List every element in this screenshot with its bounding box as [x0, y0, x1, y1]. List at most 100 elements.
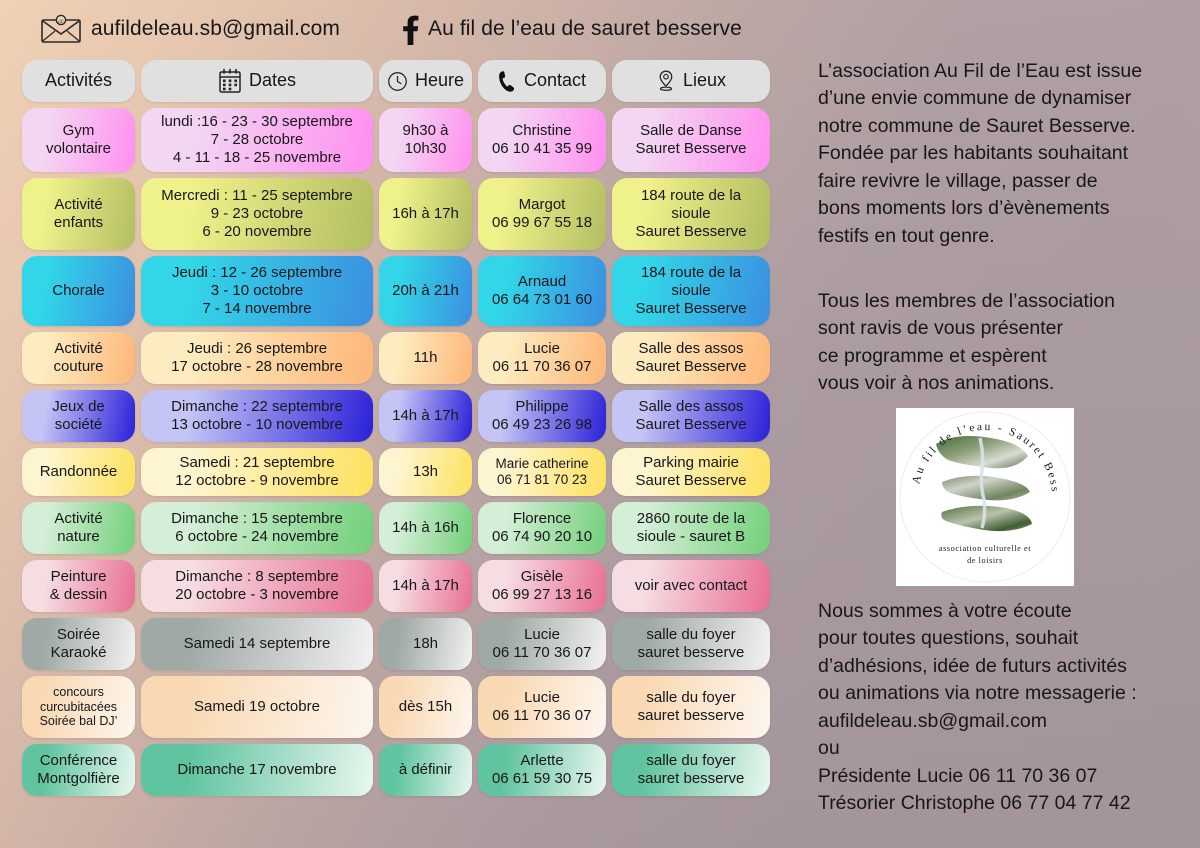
column-header-label: Dates: [248, 70, 297, 91]
cell-contact: Marie catherine 06 71 81 70 23: [478, 448, 606, 496]
table-row: Conférence Montgolfière Dimanche 17 nove…: [22, 744, 788, 796]
cell-time: 14h à 17h: [379, 390, 472, 442]
facebook-icon: [402, 14, 419, 45]
email-contact[interactable]: @ aufildeleau.sb@gmail.com: [40, 14, 340, 44]
place-label: voir avec contact: [634, 577, 748, 595]
activity-label: Activité nature: [54, 510, 103, 545]
phone-icon: [498, 70, 517, 93]
cell-dates: Dimanche 17 novembre: [141, 744, 373, 796]
activity-label: Peinture & dessin: [49, 568, 108, 603]
activity-label: concours curcubitacées Soirée bal DJ’: [39, 684, 118, 729]
svg-text:@: @: [58, 19, 64, 25]
cell-place: 184 route de la sioule Sauret Besserve: [612, 178, 770, 250]
cell-dates: Samedi 19 octobre: [141, 676, 373, 738]
cell-time: 18h: [379, 618, 472, 670]
place-label: 184 route de la sioule Sauret Besserve: [635, 187, 747, 240]
cell-place: 184 route de la sioule Sauret Besserve: [612, 256, 770, 326]
facebook-page-name: Au fil de l’eau de sauret besserve: [428, 17, 742, 40]
cell-time: 14h à 17h: [379, 560, 472, 612]
dates-label: Jeudi : 12 - 26 septembre 3 - 10 octobre…: [171, 264, 343, 317]
place-label: 2860 route de la sioule - sauret B: [636, 510, 746, 545]
cell-contact: Florence 06 74 90 20 10: [478, 502, 606, 554]
cell-dates: Samedi 14 septembre: [141, 618, 373, 670]
cell-time: à définir: [379, 744, 472, 796]
facebook-contact[interactable]: Au fil de l’eau de sauret besserve: [402, 14, 742, 45]
time-label: à définir: [398, 761, 453, 779]
column-header-label: Heure: [414, 70, 465, 91]
cell-contact: Philippe 06 49 23 26 98: [478, 390, 606, 442]
cell-place: Salle de Danse Sauret Besserve: [612, 108, 770, 172]
dates-label: Dimanche 17 novembre: [177, 761, 337, 779]
cell-dates: Mercredi : 11 - 25 septembre 9 - 23 octo…: [141, 178, 373, 250]
cell-contact: Lucie 06 11 70 36 07: [478, 618, 606, 670]
cell-place: 2860 route de la sioule - sauret B: [612, 502, 770, 554]
dates-label: Jeudi : 26 septembre 17 octobre - 28 nov…: [171, 340, 343, 375]
column-header-label: Lieux: [682, 70, 727, 91]
table-header-row: Activités Dates Heure Contact Lieux: [22, 60, 788, 102]
cell-dates: Dimanche : 15 septembre 6 octobre - 24 n…: [141, 502, 373, 554]
table-row: Activité nature Dimanche : 15 septembre …: [22, 502, 788, 554]
contact-label: Arlette 06 61 59 30 75: [491, 752, 593, 787]
cell-contact: Arnaud 06 64 73 01 60: [478, 256, 606, 326]
column-header-contact: Contact: [478, 60, 606, 102]
table-row: Soirée Karaoké Samedi 14 septembre 18h L…: [22, 618, 788, 670]
table-row: Jeux de société Dimanche : 22 septembre …: [22, 390, 788, 442]
activity-label: Activité couture: [53, 340, 104, 375]
time-label: 18h: [412, 635, 439, 653]
cell-activity: Chorale: [22, 256, 135, 326]
activity-label: Chorale: [52, 282, 105, 300]
logo-subtitle-line2: de loisirs: [967, 556, 1003, 565]
contact-label: Lucie 06 11 70 36 07: [492, 689, 592, 724]
cell-contact: Christine 06 10 41 35 99: [478, 108, 606, 172]
activity-label: Gym volontaire: [45, 122, 112, 157]
column-header-activites: Activités: [22, 60, 135, 102]
cell-activity: concours curcubitacées Soirée bal DJ’: [22, 676, 135, 738]
cell-place: voir avec contact: [612, 560, 770, 612]
cell-dates: Dimanche : 8 septembre 20 octobre - 3 no…: [141, 560, 373, 612]
contact-label: Lucie 06 11 70 36 07: [492, 626, 592, 661]
contact-label: Marie catherine 06 71 81 70 23: [495, 456, 589, 487]
table-row: Randonnée Samedi : 21 septembre 12 octob…: [22, 448, 788, 496]
place-label: salle du foyer sauret besserve: [637, 689, 745, 724]
cell-place: Parking mairie Sauret Besserve: [612, 448, 770, 496]
place-label: 184 route de la sioule Sauret Besserve: [635, 264, 747, 317]
dates-label: Dimanche : 22 septembre 13 octobre - 10 …: [171, 398, 343, 433]
time-label: 11h: [413, 349, 438, 367]
dates-label: Dimanche : 15 septembre 6 octobre - 24 n…: [171, 510, 343, 545]
time-label: 9h30 à 10h30: [402, 122, 449, 157]
dates-label: Samedi : 21 septembre 12 octobre - 9 nov…: [175, 454, 339, 489]
cell-activity: Gym volontaire: [22, 108, 135, 172]
activity-label: Jeux de société: [52, 398, 105, 433]
cell-dates: lundi :16 - 23 - 30 septembre 7 - 28 oct…: [141, 108, 373, 172]
table-row: Activité couture Jeudi : 26 septembre 17…: [22, 332, 788, 384]
column-header-lieux: Lieux: [612, 60, 770, 102]
table-row: Gym volontaire lundi :16 - 23 - 30 septe…: [22, 108, 788, 172]
logo-graphic: Au fil de l’eau - Sauret Besserve associ…: [896, 408, 1074, 586]
association-members-text: Tous les membres de l’association sont r…: [818, 290, 1115, 395]
activity-label: Soirée Karaoké: [50, 626, 107, 661]
contact-label: Florence 06 74 90 20 10: [491, 510, 593, 545]
program-table: Activités Dates Heure Contact Lieux Gym …: [22, 60, 788, 796]
association-intro-text: L’association Au Fil de l’Eau est issue …: [818, 60, 1143, 247]
column-header-label: Activités: [44, 70, 113, 91]
cell-time: 13h: [379, 448, 472, 496]
cell-activity: Activité nature: [22, 502, 135, 554]
cell-contact: Margot 06 99 67 55 18: [478, 178, 606, 250]
time-label: 20h à 21h: [392, 282, 459, 300]
time-label: 13h: [412, 463, 439, 481]
contact-label: Margot 06 99 67 55 18: [491, 196, 593, 231]
dates-label: Dimanche : 8 septembre 20 octobre - 3 no…: [175, 568, 339, 603]
cell-dates: Dimanche : 22 septembre 13 octobre - 10 …: [141, 390, 373, 442]
table-row: Peinture & dessin Dimanche : 8 septembre…: [22, 560, 788, 612]
cell-time: 11h: [379, 332, 472, 384]
cell-place: Salle des assos Sauret Besserve: [612, 390, 770, 442]
cell-time: 20h à 21h: [379, 256, 472, 326]
cell-activity: Activité couture: [22, 332, 135, 384]
dates-label: Samedi 14 septembre: [183, 635, 331, 653]
cell-time: 14h à 16h: [379, 502, 472, 554]
info-panel: L’association Au Fil de l’Eau est issue …: [818, 0, 1200, 848]
contact-label: Gisèle 06 99 27 13 16: [491, 568, 593, 603]
cell-contact: Lucie 06 11 70 36 07: [478, 676, 606, 738]
cell-time: 9h30 à 10h30: [379, 108, 472, 172]
clock-icon: [387, 71, 408, 92]
